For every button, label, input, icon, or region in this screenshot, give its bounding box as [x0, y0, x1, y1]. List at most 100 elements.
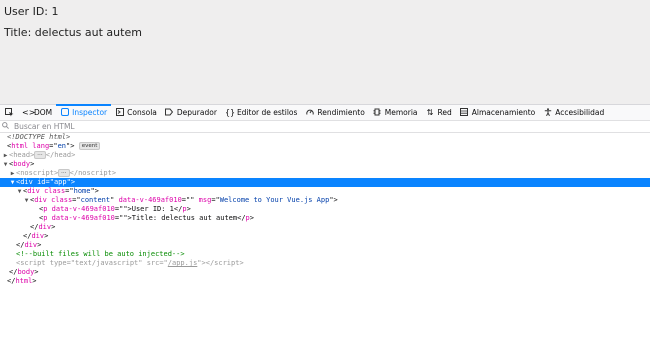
- performance-icon: [305, 108, 314, 118]
- devtools-toolbar: <> DOM Inspector Consola Depurador {} Edit…: [0, 104, 650, 121]
- inspector-icon: [60, 107, 69, 118]
- attr-name: data-v-469af010: [118, 196, 182, 204]
- page-viewport: User ID: 1 Title: delectus aut autem: [0, 0, 650, 104]
- tab-style-editor[interactable]: {} Editor de estilos: [221, 105, 301, 120]
- tag-name: head: [54, 151, 72, 159]
- tab-label: Inspector: [72, 108, 108, 117]
- tab-label: Almacenamiento: [471, 108, 536, 117]
- tag-name: html: [11, 142, 29, 150]
- tab-console[interactable]: Consola: [111, 105, 161, 120]
- search-icon: [2, 121, 12, 131]
- attr-name: type: [49, 259, 67, 267]
- network-icon: ⇅: [426, 108, 434, 117]
- style-editor-icon: {}: [224, 108, 236, 117]
- tree-node-doctype[interactable]: <!DOCTYPE html>: [0, 133, 650, 142]
- text-node: Title: delectus aut autem: [131, 214, 238, 222]
- collapse-arrow-icon[interactable]: ▼: [23, 196, 30, 205]
- tag-name: body: [17, 268, 35, 276]
- attr-value: Welcome to Your Vue.js App: [219, 196, 330, 204]
- element-picker-button[interactable]: [0, 105, 18, 120]
- attr-name: class: [51, 196, 73, 204]
- attr-value: app: [53, 178, 67, 186]
- tag-name: div: [38, 223, 52, 231]
- tree-node-div-home[interactable]: ▼ <div class="home">: [0, 187, 650, 196]
- attr-name: msg: [198, 196, 212, 204]
- tree-node-p-title[interactable]: <p data-v-469af010="">Title: delectus au…: [0, 214, 650, 223]
- element-picker-icon: [4, 108, 13, 117]
- tab-label: Memoria: [384, 108, 418, 117]
- tab-label: Rendimiento: [317, 108, 365, 117]
- attr-name: data-v-469af010: [51, 205, 115, 213]
- tag-name: div: [24, 241, 38, 249]
- attr-name: class: [44, 187, 66, 195]
- tag-name: body: [13, 160, 31, 168]
- tag-name: noscript: [78, 169, 112, 177]
- tag-name: p: [43, 205, 48, 213]
- tree-node-body[interactable]: ▼ <body>: [0, 160, 650, 169]
- title-text: Title: delectus aut autem: [4, 26, 142, 39]
- collapse-arrow-icon[interactable]: ▼: [16, 187, 23, 196]
- tab-network[interactable]: ⇅ Red: [422, 105, 456, 120]
- tree-node-close-html[interactable]: </html>: [0, 277, 650, 286]
- attr-name: data-v-469af010: [51, 214, 115, 222]
- tab-dom[interactable]: <> DOM: [18, 105, 56, 120]
- search-placeholder: Buscar en HTML: [14, 121, 75, 131]
- tab-label: Editor de estilos: [236, 108, 298, 117]
- tree-node-div-app[interactable]: ▼ <div id="app">: [0, 178, 650, 187]
- tab-inspector[interactable]: Inspector: [56, 104, 112, 120]
- ellipsis-badge[interactable]: ⋯: [58, 169, 70, 177]
- accessibility-icon: [543, 107, 552, 118]
- tree-node-close-div-content[interactable]: </div>: [0, 223, 650, 232]
- tree-node-head[interactable]: ▶ <head> ⋯ </head>: [0, 151, 650, 160]
- collapse-arrow-icon[interactable]: ▼: [9, 178, 16, 187]
- console-icon: [115, 107, 124, 118]
- tag-name: div: [20, 178, 33, 186]
- event-badge[interactable]: event: [78, 142, 101, 150]
- tag-name: noscript: [20, 169, 54, 177]
- tag-name: script: [214, 259, 240, 267]
- tree-node-noscript[interactable]: ▶ <noscript> ⋯ </noscript>: [0, 169, 650, 178]
- tree-node-close-div-home[interactable]: </div>: [0, 232, 650, 241]
- expand-arrow-icon[interactable]: ▶: [9, 169, 16, 178]
- tree-node-script[interactable]: <script type="text/javascript" src="/app…: [0, 259, 650, 268]
- tag-name: div: [34, 196, 47, 204]
- attr-value: home: [73, 187, 91, 195]
- tab-label: Accesibilidad: [555, 108, 605, 117]
- debugger-icon: [165, 108, 174, 118]
- attr-name: src: [146, 259, 160, 267]
- tag-name: html: [15, 277, 33, 285]
- tab-performance[interactable]: Rendimiento: [301, 105, 368, 120]
- attr-value: content: [80, 196, 111, 204]
- tab-debugger[interactable]: Depurador: [161, 105, 221, 120]
- expand-arrow-icon[interactable]: ▶: [0, 151, 9, 160]
- script-src-link[interactable]: /app.js: [168, 259, 198, 267]
- comment-text: <!--built files will be auto injected-->: [16, 250, 185, 258]
- doctype-text: <!DOCTYPE html>: [7, 133, 71, 141]
- attr-name: lang: [32, 142, 50, 150]
- tree-node-div-content[interactable]: ▼ <div class="content" data-v-469af010=""…: [0, 196, 650, 205]
- memory-icon: [373, 108, 382, 118]
- storage-icon: [460, 107, 469, 118]
- tree-node-p-user[interactable]: <p data-v-469af010="">User ID: 1</p>: [0, 205, 650, 214]
- tag-name: script: [20, 259, 46, 267]
- tab-label: Red: [437, 108, 452, 117]
- tree-node-close-body[interactable]: </body>: [0, 268, 650, 277]
- collapse-arrow-icon[interactable]: ▼: [0, 160, 9, 169]
- user-id-text: User ID: 1: [4, 5, 59, 18]
- ellipsis-badge[interactable]: ⋯: [34, 151, 46, 159]
- html-search-bar[interactable]: Buscar en HTML: [0, 120, 650, 133]
- tree-node-close-div-app[interactable]: </div>: [0, 241, 650, 250]
- tab-memory[interactable]: Memoria: [369, 105, 422, 120]
- tab-storage[interactable]: Almacenamiento: [456, 105, 540, 120]
- text-node: User ID: 1: [131, 205, 174, 213]
- dom-icon: <>: [22, 108, 36, 117]
- attr-name: id: [37, 178, 46, 186]
- attr-value: en: [57, 142, 67, 150]
- tab-label: Consola: [127, 108, 157, 117]
- attr-value: text/javascript: [75, 259, 139, 267]
- tab-accessibility[interactable]: Accesibilidad: [539, 105, 608, 120]
- tab-label: Depurador: [176, 108, 217, 117]
- tree-node-comment[interactable]: <!--built files will be auto injected-->: [0, 250, 650, 259]
- tree-node-html[interactable]: <html lang="en"> event: [0, 142, 650, 151]
- tag-name: div: [31, 232, 45, 240]
